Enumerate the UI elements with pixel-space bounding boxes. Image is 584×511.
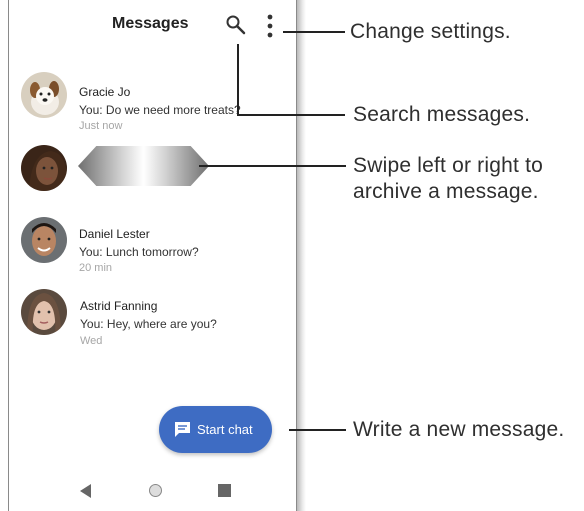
recents-icon[interactable]: [218, 484, 231, 497]
search-icon[interactable]: [225, 14, 247, 36]
callout-search: Search messages.: [353, 103, 531, 126]
phone-edge-shadow: [297, 0, 306, 511]
callout-swipe-line1: Swipe left or right to: [353, 154, 543, 177]
contact-name: Daniel Lester: [79, 227, 150, 241]
page-title: Messages: [112, 15, 189, 32]
callout-new-message: Write a new message.: [353, 418, 565, 441]
message-preview: You: Lunch tomorrow?: [79, 245, 199, 259]
callout-line-search-vertical: [237, 44, 239, 116]
contact-name: Gracie Jo: [79, 85, 131, 99]
home-icon[interactable]: [149, 484, 162, 497]
phone-screen: Messages Gracie Jo You: Do we need more …: [8, 0, 297, 511]
swipe-archive-indicator[interactable]: [78, 146, 209, 186]
more-vert-icon[interactable]: [264, 13, 276, 39]
dog-avatar: [21, 72, 67, 118]
woman-avatar: [21, 289, 67, 335]
chat-icon: [175, 422, 190, 437]
start-chat-button[interactable]: Start chat: [159, 406, 272, 453]
message-time: 20 min: [79, 262, 113, 274]
man-avatar: [21, 217, 67, 263]
callout-line-settings: [283, 31, 345, 33]
back-icon[interactable]: [80, 484, 91, 498]
callout-line-search: [237, 114, 345, 116]
message-preview: You: Hey, where are you?: [80, 317, 217, 331]
start-chat-label: Start chat: [197, 422, 253, 437]
callout-swipe-line2: archive a message.: [353, 180, 539, 203]
list-item[interactable]: Astrid Fanning You: Hey, where are you? …: [9, 289, 298, 349]
list-item[interactable]: Daniel Lester You: Lunch tomorrow? 20 mi…: [9, 217, 298, 277]
message-time: Wed: [80, 335, 103, 347]
callout-settings: Change settings.: [350, 20, 511, 43]
woman-avatar: [21, 145, 67, 191]
message-preview: You: Do we need more treats?: [79, 103, 241, 117]
message-time: Just now: [79, 120, 123, 132]
list-item[interactable]: Gracie Jo You: Do we need more treats? J…: [9, 72, 298, 132]
contact-name: Astrid Fanning: [80, 299, 158, 313]
callout-line-swipe: [199, 165, 346, 167]
callout-line-new-message: [289, 429, 346, 431]
